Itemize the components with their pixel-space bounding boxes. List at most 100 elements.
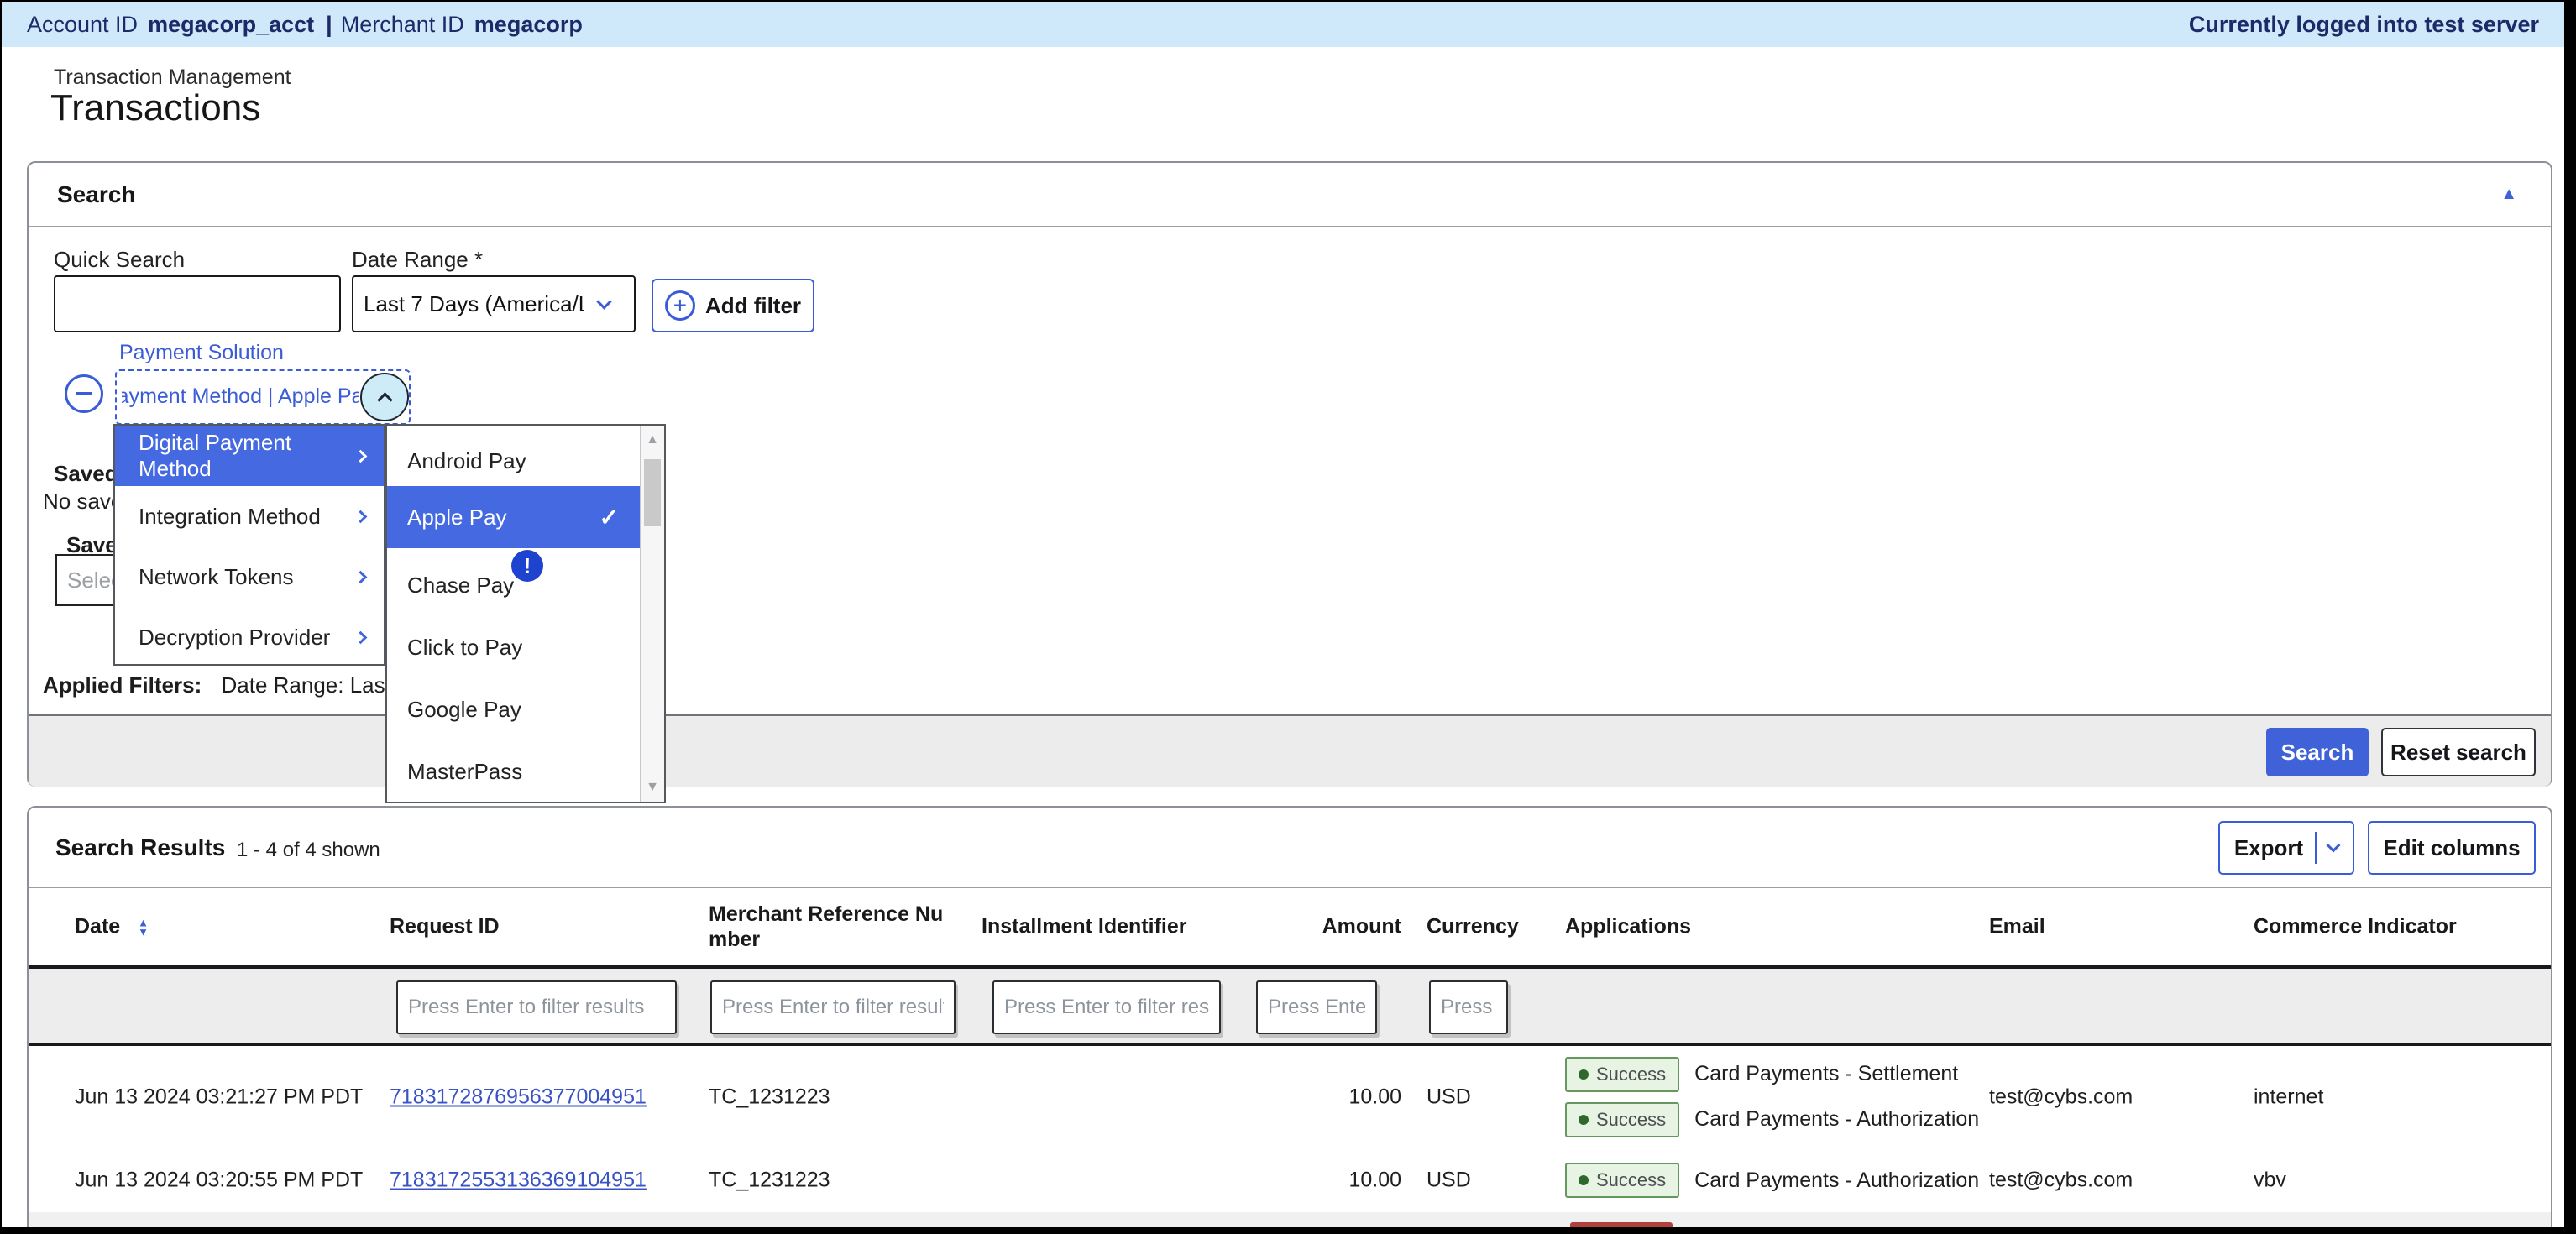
results-title: Search Results [55,834,225,861]
column-header-currency: Currency [1427,915,1536,939]
cell-amount: 10.00 [1242,1169,1401,1193]
edit-columns-button[interactable]: Edit columns [2368,821,2536,875]
options-scrollbar[interactable]: ▲ ▼ [640,426,664,802]
date-range-value: Last 7 Days (America/Los_A [364,291,584,317]
scroll-up-icon[interactable]: ▲ [641,432,664,447]
payment-solution-chip[interactable]: Payment Method | Apple Pay [115,369,411,425]
server-status: Currently logged into test server [2189,12,2539,38]
cell-date: Jun 13 2024 03:20:55 PM PDT [75,1169,377,1193]
column-header-request-id: Request ID [390,915,692,939]
application-label: Card Payments - Authorization [1694,1107,1979,1132]
menu-item-label: Decryption Provider [139,625,330,651]
table-header-row: Date ▲ ▼ Request ID Merchant Reference N… [29,888,2551,965]
application-entry: Success Card Payments - Authorization [1565,1163,1993,1198]
payment-solution-label: Payment Solution [119,341,284,365]
chevron-down-icon[interactable] [2327,839,2341,853]
cell-applications: Success Card Payments - Settlement Succe… [1565,1046,1993,1148]
applied-filters-label: Applied Filters: [43,672,202,698]
search-panel-title: Search [57,181,135,208]
menu-item-decryption-provider[interactable]: Decryption Provider [115,607,384,667]
cell-currency: USD [1427,1169,1536,1193]
top-bar: Account ID megacorp_acct | Merchant ID m… [2,2,2564,47]
merchant-id-value: megacorp [474,12,583,38]
filter-input-amount[interactable] [1256,980,1377,1034]
status-text: Success [1596,1109,1666,1131]
option-apple-pay[interactable]: Apple Pay ✓ [387,486,641,548]
menu-item-digital-payment-method[interactable]: Digital Payment Method [115,426,384,486]
application-entry: Success Card Payments - Settlement [1565,1057,1993,1092]
status-badge: Success [1565,1102,1679,1137]
chip-value: Payment Method | Apple Pay [122,384,359,409]
filter-input-currency[interactable] [1429,980,1508,1034]
account-id-label: Account ID [27,12,138,38]
quick-search-label: Quick Search [54,247,185,273]
chevron-down-icon [596,294,611,309]
saved-searches-label: Saved [54,461,118,487]
status-text: Success [1596,1169,1666,1191]
option-click-to-pay[interactable]: Click to Pay [387,629,639,666]
button-divider [2315,832,2317,864]
plus-circle-icon: + [665,290,695,321]
chip-collapse-button[interactable] [360,373,409,421]
cell-request-id: 7183172876956377004951 [390,1085,692,1109]
filter-category-menu: Digital Payment Method Integration Metho… [113,424,385,666]
quick-search-input[interactable] [54,275,341,332]
reset-search-button[interactable]: Reset search [2381,728,2536,776]
search-panel-header: Search ▲ [29,163,2551,227]
export-label: Export [2234,835,2303,861]
filter-options-menu: Android Pay Apple Pay ✓ Chase Pay Click … [385,424,666,803]
scrollbar-thumb[interactable] [644,459,661,526]
sort-icon[interactable]: ▲ ▼ [138,918,149,937]
cell-email: test@cybs.com [1989,1169,2241,1193]
cell-amount: 10.00 [1242,1085,1401,1109]
column-header-date[interactable]: Date ▲ ▼ [75,915,377,939]
application-label: Card Payments - Settlement [1694,1062,1958,1086]
partial-table-row [29,1212,2551,1234]
remove-filter-button[interactable] [65,374,103,413]
menu-item-label: Digital Payment Method [139,430,364,482]
export-button[interactable]: Export [2218,821,2354,875]
cell-date: Jun 13 2024 03:21:27 PM PDT [75,1085,377,1109]
search-button[interactable]: Search [2266,728,2369,776]
screen: Account ID megacorp_acct | Merchant ID m… [0,0,2576,1234]
scroll-down-icon[interactable]: ▼ [641,780,664,795]
minus-icon [76,392,92,395]
merchant-id-label: Merchant ID [341,12,464,38]
filter-input-installment-identifier[interactable] [992,980,1221,1034]
cell-commerce-indicator: vbv [2254,1169,2531,1193]
collapse-panel-icon[interactable]: ▲ [2500,185,2517,204]
column-header-applications: Applications [1565,915,1993,939]
request-id-link[interactable]: 7183172876956377004951 [390,1085,647,1108]
request-id-link[interactable]: 7183172553136369104951 [390,1169,647,1192]
cell-applications: Success Card Payments - Authorization [1565,1148,1993,1212]
chevron-right-icon [354,630,368,644]
menu-item-integration-method[interactable]: Integration Method [115,486,384,546]
filter-input-request-id[interactable] [396,980,677,1034]
chevron-right-icon [354,510,368,523]
column-header-merchant-reference-number: Merchant Reference Number [709,902,961,952]
chevron-right-icon [354,570,368,583]
partial-status-badge [1570,1222,1673,1234]
checkmark-icon: ✓ [599,504,619,531]
add-filter-label: Add filter [705,293,801,319]
option-masterpass[interactable]: MasterPass [387,753,639,790]
chip-value-clip: Payment Method | Apple Pay [122,384,359,409]
status-badge: Success [1565,1057,1679,1092]
page-title: Transactions [50,87,260,129]
status-badge: Success [1565,1163,1679,1198]
no-saved-searches-text: No save [43,489,123,515]
menu-item-label: Integration Method [139,504,321,530]
filter-input-merchant-reference-number[interactable] [710,980,956,1034]
option-google-pay[interactable]: Google Pay [387,691,639,728]
table-row: Jun 13 2024 03:21:27 PM PDT 718317287695… [29,1046,2551,1148]
status-dot-icon [1579,1175,1589,1185]
date-range-label: Date Range * [352,247,483,273]
chevron-up-icon [377,392,392,407]
option-label: Apple Pay [407,505,507,531]
status-dot-icon [1579,1069,1589,1080]
date-range-select[interactable]: Last 7 Days (America/Los_A [352,275,636,332]
menu-item-network-tokens[interactable]: Network Tokens [115,546,384,607]
cell-email: test@cybs.com [1989,1085,2241,1109]
add-filter-button[interactable]: + Add filter [652,279,814,332]
option-android-pay[interactable]: Android Pay [387,442,639,479]
